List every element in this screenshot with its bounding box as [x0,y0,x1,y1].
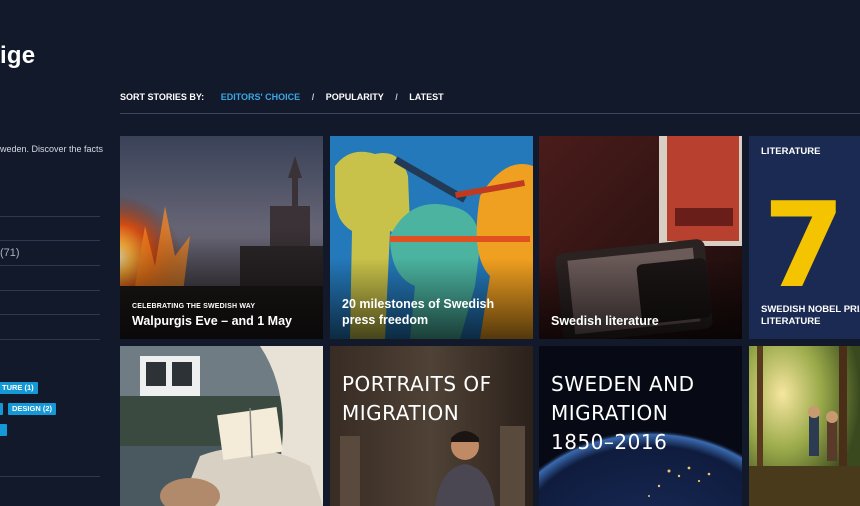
sort-separator: / [395,92,398,102]
story-card-forest[interactable] [749,346,860,506]
sidebar-divider [0,265,100,266]
card-title: 20 milestones of Swedish press freedom [342,297,495,327]
story-card-nobel-literature[interactable]: Literature 7 Swedish Nobel Prize in Lite… [749,136,860,339]
sidebar-divider [0,216,100,217]
reading-in-hammock-image [120,346,323,506]
story-card-reading[interactable] [120,346,323,506]
sort-option-latest[interactable]: Latest [409,92,443,102]
tag-count: (2) [42,404,53,413]
story-card-swedish-literature[interactable]: Swedish literature [539,136,742,339]
sort-divider [120,113,860,114]
card-title: Portraits of migration [342,372,492,425]
card-big-number: 7 [762,176,846,314]
tag-literature[interactable]: ture (1) [0,382,38,394]
story-card-sweden-migration[interactable]: Sweden and migration 1850–2016 [539,346,742,506]
sort-bar: Sort stories by: Editors' choice / Popul… [120,92,444,102]
sort-option-popularity[interactable]: Popularity [326,92,384,102]
sidebar-filter-count[interactable]: (71) [0,247,20,259]
card-title: Walpurgis Eve – and 1 May [132,314,293,328]
card-kicker: Celebrating the Swedish way [132,303,256,310]
sidebar-intro-text: weden. Discover the facts [0,144,104,154]
card-title: Swedish literature [551,314,659,328]
story-card-portraits-of-migration[interactable]: Portraits of migration [330,346,533,506]
story-card-walpurgis[interactable]: Celebrating the Swedish way Walpurgis Ev… [120,136,323,339]
sidebar-divider [0,339,100,340]
card-title: Swedish Nobel Prize in Literature [761,304,860,327]
card-category-label: Literature [761,146,821,157]
forest-path-image [749,346,860,506]
story-card-press-freedom[interactable]: 20 milestones of Swedish press freedom [330,136,533,339]
sort-option-editors-choice[interactable]: Editors' choice [221,92,300,102]
sort-label: Sort stories by: [120,92,205,102]
sidebar-divider [0,476,100,477]
tag-partial[interactable] [0,403,3,415]
page-title: ige [0,42,36,69]
tag-design[interactable]: Design (2) [8,403,57,415]
sidebar-divider [0,290,100,291]
tag-label: Design [12,404,41,413]
sidebar-divider [0,240,100,241]
tag-partial[interactable] [0,424,7,436]
sidebar-divider [0,314,100,315]
tag-label: ture [2,383,23,392]
tag-count: (1) [24,383,34,392]
sort-separator: / [311,92,315,102]
card-title: Sweden and migration 1850–2016 [551,372,695,454]
